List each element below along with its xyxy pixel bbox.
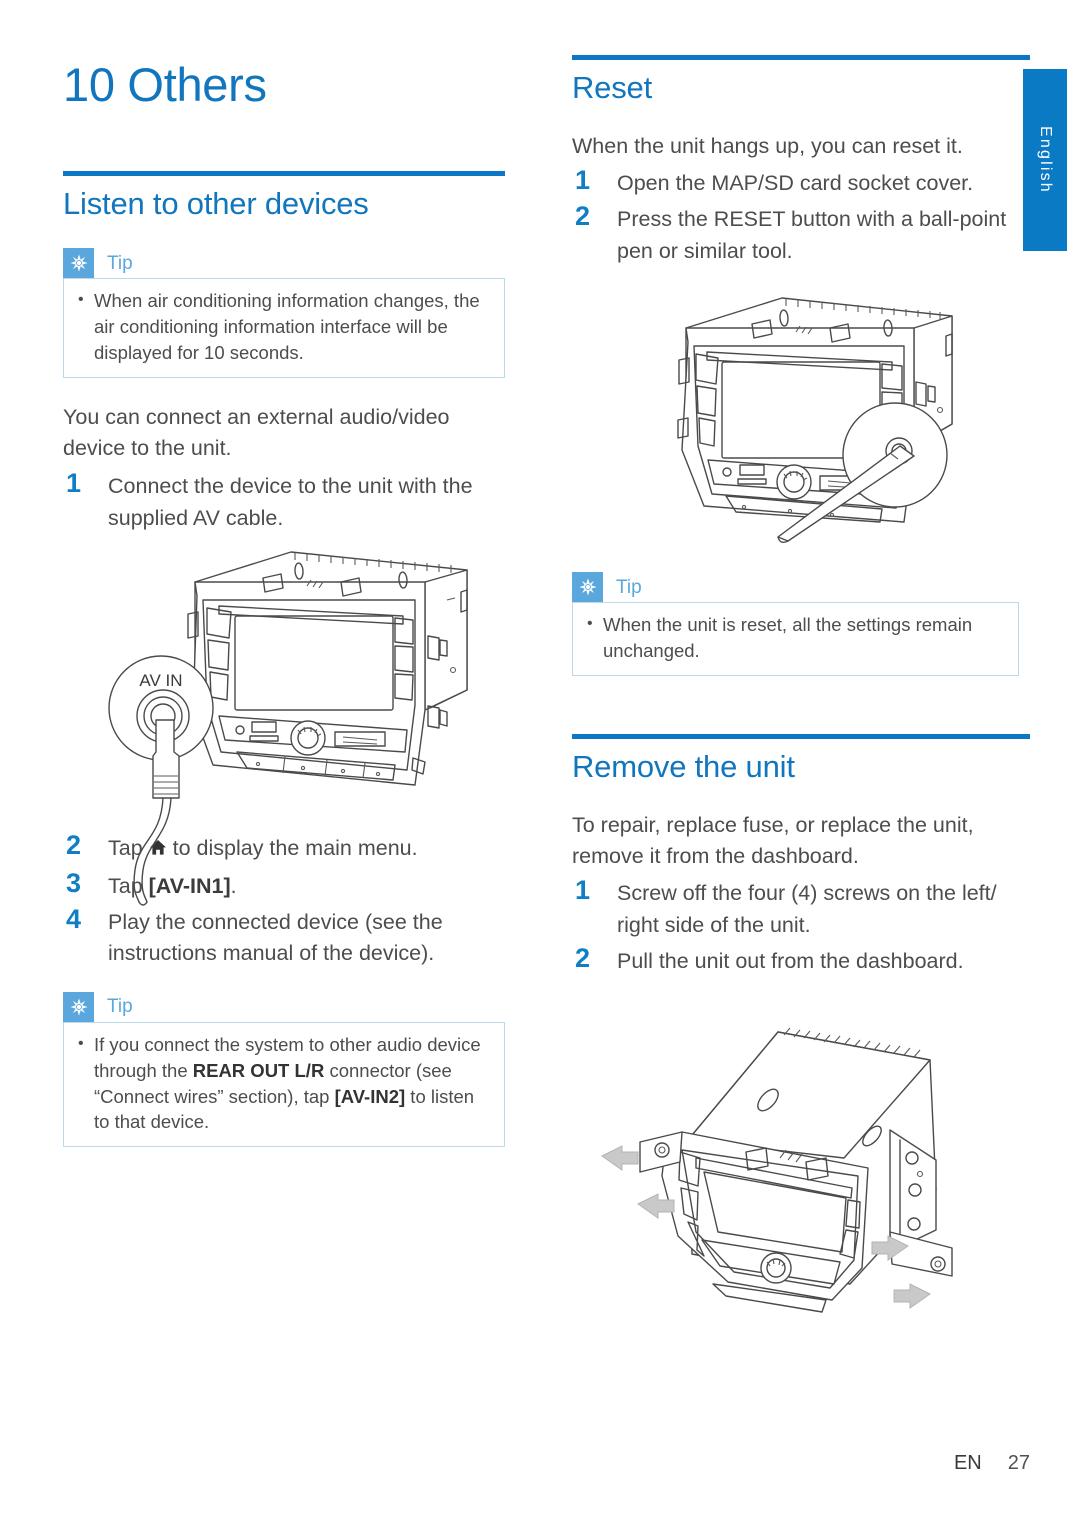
step-text: Connect the device to the unit with the … bbox=[108, 474, 473, 530]
tip-item-text: When the unit is reset, all the settings… bbox=[603, 614, 973, 662]
tip-label: Tip bbox=[616, 576, 642, 598]
page-title: 10 Others bbox=[63, 58, 267, 111]
tip-header: Tip bbox=[63, 991, 505, 1022]
tip-list-item: • When the unit is reset, all the settin… bbox=[587, 612, 1004, 664]
step-number: 2 bbox=[575, 943, 591, 974]
step-text: Screw off the four (4) screws on the lef… bbox=[617, 881, 997, 937]
av-in-callout-label: AV IN bbox=[139, 671, 182, 690]
bullet-icon: • bbox=[78, 1034, 84, 1052]
step-item: 1 Screw off the four (4) screws on the l… bbox=[572, 875, 1030, 941]
tip-box-reset: Tip • When the unit is reset, all the se… bbox=[572, 572, 1019, 676]
step-text: Open the MAP/SD card socket cover. bbox=[617, 171, 974, 196]
document-page: 10 Others Listen to other devices Tip • … bbox=[0, 0, 1080, 1526]
tip-item-text: When air conditioning information change… bbox=[94, 290, 480, 363]
direction-arrow-icon bbox=[601, 1145, 639, 1171]
tip-list-item: • If you connect the system to other aud… bbox=[78, 1032, 490, 1136]
bullet-icon: • bbox=[78, 291, 84, 309]
section-title-remove: Remove the unit bbox=[572, 749, 795, 784]
tip-label: Tip bbox=[107, 252, 133, 274]
step-item: 1 Open the MAP/SD card socket cover. bbox=[572, 165, 1030, 199]
asterisk-flower-icon bbox=[63, 991, 94, 1022]
tip-box-rear-out: Tip • If you connect the system to other… bbox=[63, 991, 505, 1148]
section-title-reset: Reset bbox=[572, 70, 652, 105]
step-item: 2 Press the RESET button with a ball-poi… bbox=[572, 201, 1030, 267]
intro-paragraph-remove: To repair, replace fuse, or replace the … bbox=[572, 812, 974, 869]
rear-out-token: REAR OUT L/R bbox=[192, 1059, 325, 1081]
asterisk-flower-icon bbox=[63, 248, 94, 279]
tip-list-item: • When air conditioning information chan… bbox=[78, 288, 490, 366]
tip-body: • If you connect the system to other aud… bbox=[63, 1021, 505, 1148]
tip-label: Tip bbox=[107, 996, 133, 1018]
steps-list-remove: 1 Screw off the four (4) screws on the l… bbox=[572, 875, 1030, 977]
step-item: 2 Pull the unit out from the dashboard. bbox=[572, 943, 1030, 977]
bullet-icon: • bbox=[587, 615, 593, 633]
step-number: 1 bbox=[575, 875, 591, 906]
step-number: 2 bbox=[575, 201, 591, 232]
asterisk-flower-icon bbox=[572, 572, 603, 603]
page-number: 27 bbox=[1007, 1452, 1030, 1474]
page-footer: EN 27 bbox=[0, 1452, 1030, 1475]
step-number: 1 bbox=[575, 165, 591, 196]
steps-list-listen-1: 1 Connect the device to the unit with th… bbox=[63, 468, 508, 534]
av-in2-token: [AV-IN2] bbox=[334, 1085, 406, 1107]
tip-body: • When air conditioning information chan… bbox=[63, 278, 505, 378]
intro-paragraph-listen: You can connect an external audio/video … bbox=[63, 404, 450, 461]
section-rule-remove bbox=[572, 734, 1030, 739]
language-tab: English bbox=[1023, 69, 1067, 251]
step-text: Pull the unit out from the dashboard. bbox=[617, 949, 964, 974]
section-rule-listen bbox=[63, 171, 505, 177]
step-item: 1 Connect the device to the unit with th… bbox=[63, 468, 508, 534]
remove-section: Remove the unit To repair, replace fuse,… bbox=[572, 734, 1030, 978]
section-rule-reset bbox=[572, 55, 1030, 60]
step-text: Press the RESET button with a ball-point… bbox=[617, 207, 1007, 263]
tip-box-air-conditioning: Tip • When air conditioning information … bbox=[63, 248, 505, 378]
footer-language-code: EN bbox=[953, 1452, 982, 1474]
direction-arrow-icon bbox=[893, 1283, 931, 1309]
intro-paragraph-reset: When the unit hangs up, you can reset it… bbox=[572, 133, 963, 158]
section-title-listen: Listen to other devices bbox=[63, 186, 369, 222]
steps-list-reset: 1 Open the MAP/SD card socket cover. 2 P… bbox=[572, 165, 1030, 267]
tip-header: Tip bbox=[63, 248, 505, 279]
tip-body: • When the unit is reset, all the settin… bbox=[572, 602, 1019, 676]
tip-item-text: If you connect the system to other audio… bbox=[94, 1032, 490, 1136]
language-tab-label: English bbox=[1037, 126, 1054, 194]
av-in-connection-illustration: AV IN bbox=[95, 540, 515, 925]
remove-unit-illustration bbox=[600, 1000, 1000, 1345]
step-number: 1 bbox=[66, 468, 82, 499]
reset-button-illustration bbox=[652, 288, 1032, 585]
